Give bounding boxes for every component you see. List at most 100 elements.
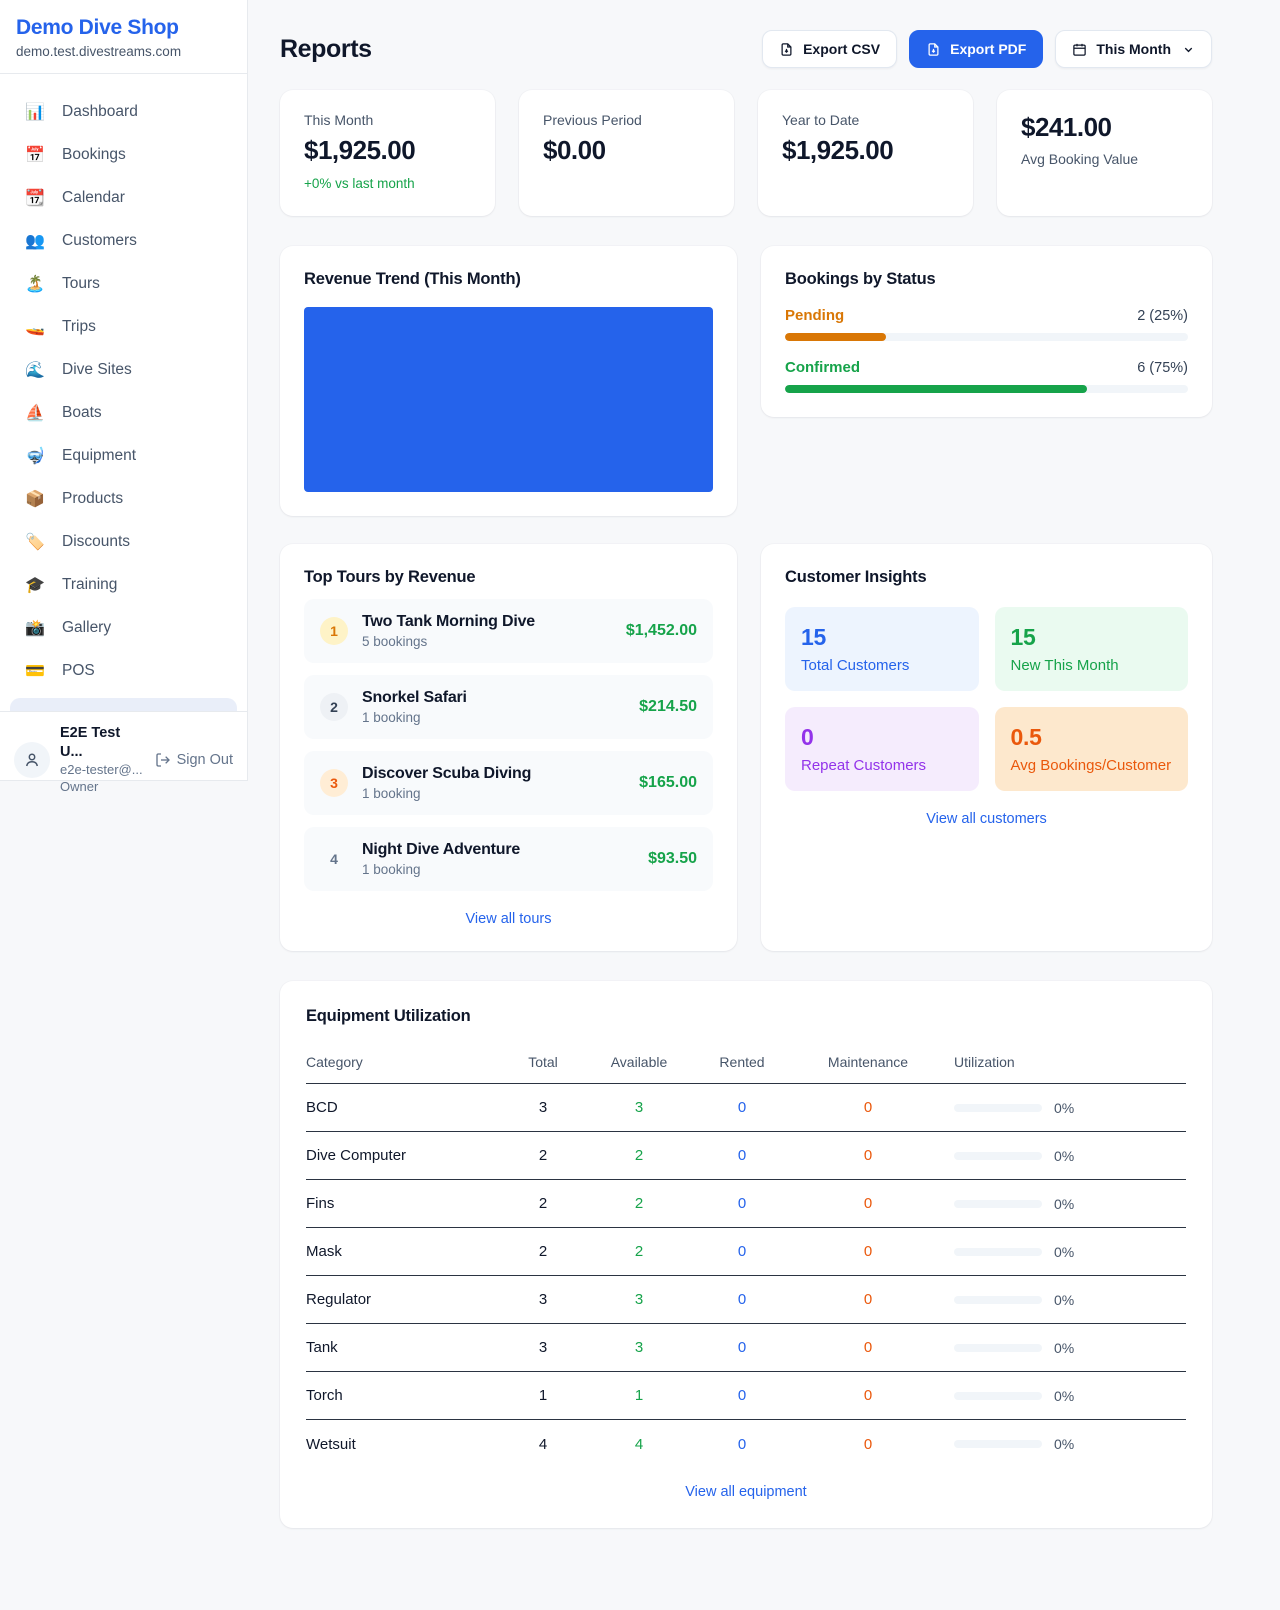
stat-card-this-month: This Month $1,925.00 +0% vs last month bbox=[280, 90, 495, 216]
sidebar: Demo Dive Shop demo.test.divestreams.com… bbox=[0, 0, 248, 781]
tile-label: Avg Bookings/Customer bbox=[1011, 757, 1173, 774]
total-cell: 2 bbox=[502, 1195, 584, 1212]
rank-badge: 4 bbox=[320, 845, 348, 873]
brand[interactable]: Demo Dive Shop demo.test.divestreams.com bbox=[0, 0, 247, 73]
user-name: E2E Test U... bbox=[60, 724, 145, 762]
insight-tiles: 15 Total Customers 15 New This Month 0 R… bbox=[785, 607, 1188, 791]
sidebar-item-boats[interactable]: ⛵Boats bbox=[10, 391, 237, 434]
sidebar-item-customers[interactable]: 👥Customers bbox=[10, 219, 237, 262]
equipment-table: Category Total Available Rented Maintena… bbox=[306, 1040, 1186, 1468]
maintenance-cell: 0 bbox=[790, 1387, 946, 1404]
period-dropdown[interactable]: This Month bbox=[1055, 30, 1212, 68]
available-cell: 3 bbox=[584, 1291, 694, 1308]
tile-avg-bookings-customer: 0.5 Avg Bookings/Customer bbox=[995, 707, 1189, 791]
sidebar-item-label: Gallery bbox=[62, 619, 111, 637]
chevron-down-icon bbox=[1182, 43, 1195, 56]
progress-track bbox=[785, 385, 1188, 393]
tile-label: Total Customers bbox=[801, 657, 963, 674]
sidebar-item-dashboard[interactable]: 📊Dashboard bbox=[10, 90, 237, 133]
sidebar-item-discounts[interactable]: 🏷️Discounts bbox=[10, 520, 237, 563]
tile-value: 15 bbox=[1011, 624, 1173, 651]
export-csv-button[interactable]: Export CSV bbox=[762, 30, 897, 68]
sidebar-item-calendar[interactable]: 📆Calendar bbox=[10, 176, 237, 219]
status-item-confirmed: Confirmed 6 (75%) bbox=[785, 359, 1188, 393]
customer-insights-card: Customer Insights 15 Total Customers 15 … bbox=[761, 544, 1212, 951]
sidebar-item-gallery[interactable]: 📸Gallery bbox=[10, 606, 237, 649]
calendar-icon bbox=[1072, 42, 1087, 57]
status-item-pending: Pending 2 (25%) bbox=[785, 307, 1188, 341]
maintenance-cell: 0 bbox=[790, 1243, 946, 1260]
maintenance-cell: 0 bbox=[790, 1195, 946, 1212]
sidebar-item-label: Discounts bbox=[62, 533, 130, 551]
rank-badge: 3 bbox=[320, 769, 348, 797]
total-cell: 2 bbox=[502, 1147, 584, 1164]
sidebar-item-training[interactable]: 🎓Training bbox=[10, 563, 237, 606]
export-pdf-button[interactable]: Export PDF bbox=[909, 30, 1043, 68]
tile-new-this-month: 15 New This Month bbox=[995, 607, 1189, 691]
revenue-trend-bar bbox=[304, 307, 713, 492]
user-role: Owner bbox=[60, 779, 145, 796]
stat-value: $241.00 bbox=[1021, 112, 1188, 143]
utilization-cell: 0% bbox=[946, 1436, 1186, 1452]
stat-delta: +0% vs last month bbox=[304, 176, 471, 191]
dashboard-icon: 📊 bbox=[24, 102, 46, 122]
rented-cell: 0 bbox=[694, 1195, 790, 1212]
tile-label: Repeat Customers bbox=[801, 757, 963, 774]
tile-value: 0.5 bbox=[1011, 724, 1173, 751]
col-total: Total bbox=[502, 1054, 584, 1070]
sign-out-icon bbox=[155, 752, 171, 768]
progress-track bbox=[785, 333, 1188, 341]
available-cell: 1 bbox=[584, 1387, 694, 1404]
sidebar-nav: 📊Dashboard 📅Bookings 📆Calendar 👥Customer… bbox=[0, 74, 247, 711]
sign-out-button[interactable]: Sign Out bbox=[155, 752, 233, 768]
rented-cell: 0 bbox=[694, 1147, 790, 1164]
equipment-utilization-card: Equipment Utilization Category Total Ava… bbox=[280, 981, 1212, 1528]
customers-icon: 👥 bbox=[24, 231, 46, 251]
sidebar-item-equipment[interactable]: 🤿Equipment bbox=[10, 434, 237, 477]
tour-name: Discover Scuba Diving bbox=[362, 765, 625, 783]
table-row: Regulator 3 3 0 0 0% bbox=[306, 1276, 1186, 1324]
sidebar-item-label: Trips bbox=[62, 318, 96, 336]
tile-repeat-customers: 0 Repeat Customers bbox=[785, 707, 979, 791]
rented-cell: 0 bbox=[694, 1291, 790, 1308]
col-utilization: Utilization bbox=[946, 1054, 1186, 1070]
rented-cell: 0 bbox=[694, 1339, 790, 1356]
sidebar-item-label: Calendar bbox=[62, 189, 125, 207]
stat-label: This Month bbox=[304, 112, 471, 128]
available-cell: 2 bbox=[584, 1243, 694, 1260]
charts-row: Revenue Trend (This Month) Bookings by S… bbox=[280, 246, 1212, 516]
tour-name: Night Dive Adventure bbox=[362, 841, 634, 859]
sidebar-item-label: Products bbox=[62, 490, 123, 508]
view-all-equipment-link[interactable]: View all equipment bbox=[306, 1484, 1186, 1500]
view-all-customers-link[interactable]: View all customers bbox=[785, 811, 1188, 827]
tour-bookings: 5 bookings bbox=[362, 634, 612, 649]
stat-label: Year to Date bbox=[782, 112, 949, 128]
category-cell: Mask bbox=[306, 1243, 502, 1260]
rented-cell: 0 bbox=[694, 1243, 790, 1260]
table-row: BCD 3 3 0 0 0% bbox=[306, 1084, 1186, 1132]
utilization-cell: 0% bbox=[946, 1148, 1186, 1164]
sidebar-item-pos[interactable]: 💳POS bbox=[10, 649, 237, 692]
sidebar-item-tours[interactable]: 🏝️Tours bbox=[10, 262, 237, 305]
main-content: Reports Export CSV Export PDF This Month… bbox=[280, 0, 1212, 1528]
sidebar-item-bookings[interactable]: 📅Bookings bbox=[10, 133, 237, 176]
sidebar-item-label: POS bbox=[62, 662, 95, 680]
page-header: Reports Export CSV Export PDF This Month bbox=[280, 30, 1212, 68]
sidebar-item-trips[interactable]: 🚤Trips bbox=[10, 305, 237, 348]
table-header: Category Total Available Rented Maintena… bbox=[306, 1040, 1186, 1084]
revenue-trend-card: Revenue Trend (This Month) bbox=[280, 246, 737, 516]
rented-cell: 0 bbox=[694, 1387, 790, 1404]
tour-name: Snorkel Safari bbox=[362, 689, 625, 707]
maintenance-cell: 0 bbox=[790, 1339, 946, 1356]
table-row: Wetsuit 4 4 0 0 0% bbox=[306, 1420, 1186, 1468]
bookings-status-title: Bookings by Status bbox=[785, 270, 1188, 289]
view-all-tours-link[interactable]: View all tours bbox=[304, 911, 713, 927]
category-cell: Tank bbox=[306, 1339, 502, 1356]
utilization-cell: 0% bbox=[946, 1100, 1186, 1116]
sidebar-item-products[interactable]: 📦Products bbox=[10, 477, 237, 520]
boats-icon: ⛵ bbox=[24, 403, 46, 423]
list-item: 4 Night Dive Adventure 1 booking $93.50 bbox=[304, 827, 713, 891]
sidebar-item-reports-partial[interactable] bbox=[10, 698, 237, 711]
sidebar-user-section: E2E Test U... e2e-tester@... Owner Sign … bbox=[0, 711, 247, 807]
sidebar-item-dive-sites[interactable]: 🌊Dive Sites bbox=[10, 348, 237, 391]
